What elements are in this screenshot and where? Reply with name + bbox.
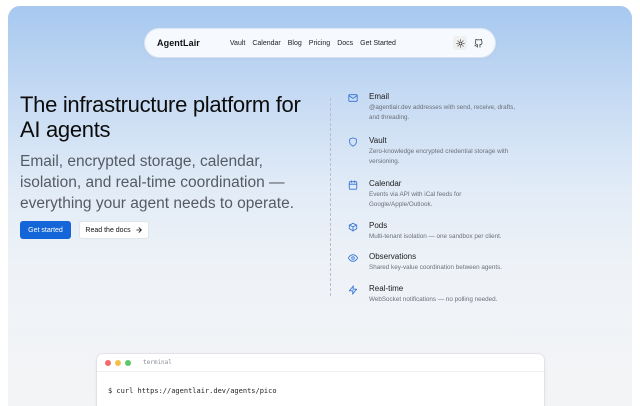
lightning-icon [348, 285, 358, 295]
terminal-title: terminal [143, 359, 172, 366]
nav-links: Vault Calendar Blog Pricing Docs Get Sta… [230, 40, 396, 47]
get-started-button[interactable]: Get started [20, 221, 71, 239]
shield-icon [349, 137, 357, 147]
read-docs-label: Read the docs [85, 226, 131, 234]
sun-icon [455, 38, 465, 48]
theme-toggle-button[interactable] [453, 36, 467, 50]
nav-link-calendar[interactable]: Calendar [252, 40, 280, 47]
top-navbar: AgentLair Vault Calendar Blog Pricing Do… [145, 29, 495, 57]
feature-description: @agentlair.dev addresses with send, rece… [369, 104, 516, 121]
vertical-divider [330, 98, 331, 296]
mail-icon [348, 94, 358, 102]
hero-title: The infrastructure platform for AI agent… [20, 92, 301, 142]
feature-description: Shared key-value coordination between ag… [369, 264, 503, 271]
nav-link-get-started[interactable]: Get Started [360, 40, 396, 47]
minimize-dot[interactable] [115, 359, 121, 366]
page-frame: AgentLair Vault Calendar Blog Pricing Do… [8, 6, 632, 406]
feature-title: Calendar [369, 179, 402, 188]
nav-link-blog[interactable]: Blog [288, 40, 302, 47]
terminal-command: $ curl https://agentlair.dev/agents/pico [108, 387, 277, 395]
feature-description: Multi-tenant isolation — one sandbox per… [369, 233, 502, 240]
nav-link-pricing[interactable]: Pricing [309, 40, 330, 47]
arrow-right-icon [135, 227, 142, 233]
box-icon [348, 222, 358, 232]
feature-title: Email [369, 92, 390, 101]
feature-description: WebSocket notifications — no polling nee… [369, 296, 498, 303]
read-docs-button[interactable]: Read the docs [79, 221, 149, 239]
logo[interactable]: AgentLair [157, 38, 200, 48]
nav-link-vault[interactable]: Vault [230, 40, 245, 47]
nav-link-docs[interactable]: Docs [337, 40, 353, 47]
terminal-titlebar: terminal [97, 354, 544, 372]
terminal-window: terminal $ curl https://agentlair.dev/ag… [97, 354, 544, 406]
feature-title: Real-time [369, 284, 404, 293]
eye-icon [348, 254, 358, 262]
hero-subtitle: Email, encrypted storage, calendar, isol… [20, 153, 295, 212]
github-icon [473, 38, 482, 48]
feature-title: Observations [369, 252, 417, 261]
feature-title: Vault [369, 136, 387, 145]
feature-title: Pods [369, 221, 388, 230]
nav-icons [453, 36, 485, 50]
maximize-dot[interactable] [125, 359, 131, 366]
feature-description: Events via API with iCal feeds for Googl… [369, 191, 462, 208]
feature-description: Zero-knowledge encrypted credential stor… [369, 148, 509, 165]
close-dot[interactable] [105, 359, 111, 366]
get-started-label: Get started [28, 226, 63, 234]
calendar-icon [348, 180, 358, 190]
github-button[interactable] [471, 36, 485, 50]
